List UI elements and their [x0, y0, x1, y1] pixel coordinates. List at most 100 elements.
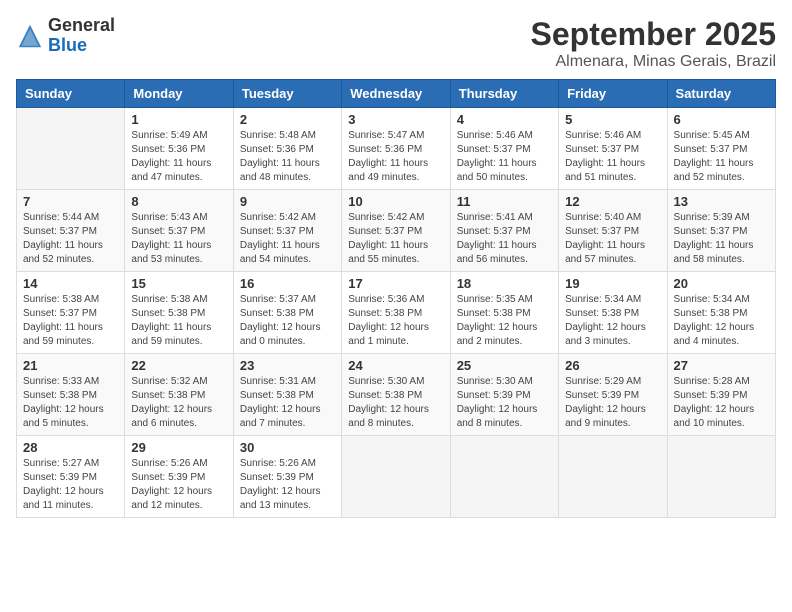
day-cell: 10 Sunrise: 5:42 AM Sunset: 5:37 PM Dayli…	[342, 190, 450, 272]
day-cell: 5Sunrise: 5:46 AM Sunset: 5:37 PM Daylig…	[559, 108, 667, 190]
day-info: Sunrise: 5:44 AM Sunset: 5:37 PM Dayligh…	[23, 211, 118, 267]
day-number: 23	[240, 358, 335, 373]
day-info: Sunrise: 5:48 AM Sunset: 5:36 PM Dayligh…	[240, 129, 335, 185]
day-info: Sunrise: 5:27 AM Sunset: 5:39 PM Dayligh…	[23, 457, 118, 513]
day-cell: 8 Sunrise: 5:43 AM Sunset: 5:37 PM Daylig…	[125, 190, 233, 272]
weekday-header-wednesday: Wednesday	[342, 80, 450, 108]
day-cell: 17Sunrise: 5:36 AM Sunset: 5:38 PM Dayli…	[342, 272, 450, 354]
day-number: 27	[674, 358, 769, 373]
weekday-header-tuesday: Tuesday	[233, 80, 341, 108]
day-number: 6	[674, 112, 769, 127]
day-cell: 6 Sunrise: 5:45 AM Sunset: 5:37 PM Daylig…	[667, 108, 775, 190]
day-cell	[17, 108, 125, 190]
day-info: Sunrise: 5:42 AM Sunset: 5:37 PM Dayligh…	[348, 211, 443, 267]
logo: General Blue	[16, 16, 115, 56]
day-cell: 29 Sunrise: 5:26 AM Sunset: 5:39 PM Dayli…	[125, 436, 233, 518]
day-number: 25	[457, 358, 552, 373]
day-number: 15	[131, 276, 226, 291]
day-cell: 30 Sunrise: 5:26 AM Sunset: 5:39 PM Dayli…	[233, 436, 341, 518]
day-cell: 15 Sunrise: 5:38 AM Sunset: 5:38 PM Dayli…	[125, 272, 233, 354]
day-info: Sunrise: 5:34 AM Sunset: 5:38 PM Dayligh…	[565, 293, 660, 349]
day-number: 13	[674, 194, 769, 209]
day-info: Sunrise: 5:30 AM Sunset: 5:39 PM Dayligh…	[457, 375, 552, 431]
day-cell: 22Sunrise: 5:32 AM Sunset: 5:38 PM Dayli…	[125, 354, 233, 436]
day-number: 9	[240, 194, 335, 209]
logo-icon	[16, 22, 44, 50]
logo-text: General Blue	[48, 16, 115, 56]
week-row-1: 1Sunrise: 5:49 AM Sunset: 5:36 PM Daylig…	[17, 108, 776, 190]
day-cell: 16 Sunrise: 5:37 AM Sunset: 5:38 PM Dayli…	[233, 272, 341, 354]
day-cell: 18 Sunrise: 5:35 AM Sunset: 5:38 PM Dayli…	[450, 272, 558, 354]
day-number: 21	[23, 358, 118, 373]
week-row-2: 7 Sunrise: 5:44 AM Sunset: 5:37 PM Daylig…	[17, 190, 776, 272]
day-cell: 7 Sunrise: 5:44 AM Sunset: 5:37 PM Daylig…	[17, 190, 125, 272]
day-info: Sunrise: 5:42 AM Sunset: 5:37 PM Dayligh…	[240, 211, 335, 267]
day-number: 20	[674, 276, 769, 291]
day-number: 14	[23, 276, 118, 291]
day-cell: 26Sunrise: 5:29 AM Sunset: 5:39 PM Dayli…	[559, 354, 667, 436]
day-info: Sunrise: 5:36 AM Sunset: 5:38 PM Dayligh…	[348, 293, 443, 349]
day-info: Sunrise: 5:34 AM Sunset: 5:38 PM Dayligh…	[674, 293, 769, 349]
day-info: Sunrise: 5:38 AM Sunset: 5:38 PM Dayligh…	[131, 293, 226, 349]
calendar-table: SundayMondayTuesdayWednesdayThursdayFrid…	[16, 79, 776, 518]
day-info: Sunrise: 5:45 AM Sunset: 5:37 PM Dayligh…	[674, 129, 769, 185]
day-info: Sunrise: 5:38 AM Sunset: 5:37 PM Dayligh…	[23, 293, 118, 349]
day-cell: 12 Sunrise: 5:40 AM Sunset: 5:37 PM Dayli…	[559, 190, 667, 272]
day-number: 3	[348, 112, 443, 127]
day-info: Sunrise: 5:40 AM Sunset: 5:37 PM Dayligh…	[565, 211, 660, 267]
month-title: September 2025	[531, 16, 776, 53]
day-cell	[342, 436, 450, 518]
day-info: Sunrise: 5:43 AM Sunset: 5:37 PM Dayligh…	[131, 211, 226, 267]
day-info: Sunrise: 5:37 AM Sunset: 5:38 PM Dayligh…	[240, 293, 335, 349]
day-number: 29	[131, 440, 226, 455]
day-cell: 2 Sunrise: 5:48 AM Sunset: 5:36 PM Daylig…	[233, 108, 341, 190]
day-number: 24	[348, 358, 443, 373]
day-number: 12	[565, 194, 660, 209]
day-info: Sunrise: 5:46 AM Sunset: 5:37 PM Dayligh…	[457, 129, 552, 185]
day-number: 16	[240, 276, 335, 291]
day-number: 8	[131, 194, 226, 209]
day-info: Sunrise: 5:33 AM Sunset: 5:38 PM Dayligh…	[23, 375, 118, 431]
header: General Blue September 2025 Almenara, Mi…	[16, 16, 776, 71]
day-info: Sunrise: 5:47 AM Sunset: 5:36 PM Dayligh…	[348, 129, 443, 185]
day-cell: 24 Sunrise: 5:30 AM Sunset: 5:38 PM Dayli…	[342, 354, 450, 436]
day-info: Sunrise: 5:31 AM Sunset: 5:38 PM Dayligh…	[240, 375, 335, 431]
weekday-header-row: SundayMondayTuesdayWednesdayThursdayFrid…	[17, 80, 776, 108]
day-cell: 11Sunrise: 5:41 AM Sunset: 5:37 PM Dayli…	[450, 190, 558, 272]
weekday-header-saturday: Saturday	[667, 80, 775, 108]
week-row-4: 21 Sunrise: 5:33 AM Sunset: 5:38 PM Dayli…	[17, 354, 776, 436]
weekday-header-friday: Friday	[559, 80, 667, 108]
weekday-header-monday: Monday	[125, 80, 233, 108]
day-info: Sunrise: 5:29 AM Sunset: 5:39 PM Dayligh…	[565, 375, 660, 431]
day-number: 4	[457, 112, 552, 127]
day-cell: 25 Sunrise: 5:30 AM Sunset: 5:39 PM Dayli…	[450, 354, 558, 436]
day-number: 30	[240, 440, 335, 455]
day-cell: 4 Sunrise: 5:46 AM Sunset: 5:37 PM Daylig…	[450, 108, 558, 190]
day-info: Sunrise: 5:46 AM Sunset: 5:37 PM Dayligh…	[565, 129, 660, 185]
day-cell: 21 Sunrise: 5:33 AM Sunset: 5:38 PM Dayli…	[17, 354, 125, 436]
day-info: Sunrise: 5:35 AM Sunset: 5:38 PM Dayligh…	[457, 293, 552, 349]
day-cell: 27Sunrise: 5:28 AM Sunset: 5:39 PM Dayli…	[667, 354, 775, 436]
day-cell: 28 Sunrise: 5:27 AM Sunset: 5:39 PM Dayli…	[17, 436, 125, 518]
day-number: 7	[23, 194, 118, 209]
day-cell: 14 Sunrise: 5:38 AM Sunset: 5:37 PM Dayli…	[17, 272, 125, 354]
weekday-header-sunday: Sunday	[17, 80, 125, 108]
day-info: Sunrise: 5:26 AM Sunset: 5:39 PM Dayligh…	[131, 457, 226, 513]
day-cell: 9 Sunrise: 5:42 AM Sunset: 5:37 PM Daylig…	[233, 190, 341, 272]
day-info: Sunrise: 5:26 AM Sunset: 5:39 PM Dayligh…	[240, 457, 335, 513]
day-cell	[559, 436, 667, 518]
day-number: 28	[23, 440, 118, 455]
logo-blue: Blue	[48, 35, 87, 55]
title-section: September 2025 Almenara, Minas Gerais, B…	[531, 16, 776, 71]
day-cell: 3 Sunrise: 5:47 AM Sunset: 5:36 PM Daylig…	[342, 108, 450, 190]
day-info: Sunrise: 5:32 AM Sunset: 5:38 PM Dayligh…	[131, 375, 226, 431]
day-info: Sunrise: 5:49 AM Sunset: 5:36 PM Dayligh…	[131, 129, 226, 185]
day-number: 2	[240, 112, 335, 127]
day-cell	[450, 436, 558, 518]
week-row-3: 14 Sunrise: 5:38 AM Sunset: 5:37 PM Dayli…	[17, 272, 776, 354]
day-number: 10	[348, 194, 443, 209]
day-number: 18	[457, 276, 552, 291]
day-info: Sunrise: 5:30 AM Sunset: 5:38 PM Dayligh…	[348, 375, 443, 431]
weekday-header-thursday: Thursday	[450, 80, 558, 108]
day-cell: 20 Sunrise: 5:34 AM Sunset: 5:38 PM Dayli…	[667, 272, 775, 354]
